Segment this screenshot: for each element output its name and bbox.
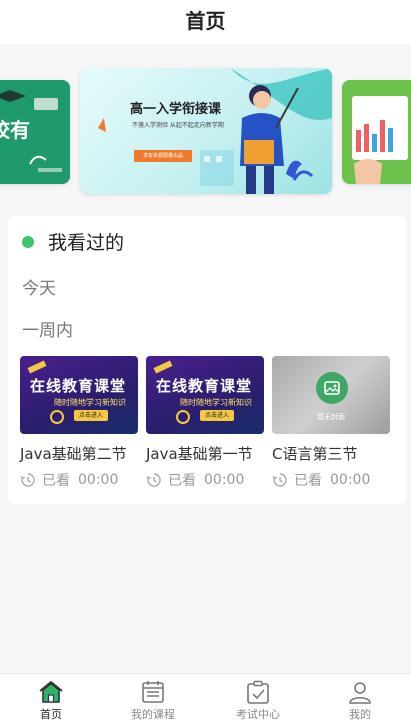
video-thumbnail[interactable]: 暂无封面 (272, 356, 390, 434)
tab-label: 我的课程 (131, 708, 175, 721)
tab-my-courses[interactable]: 我的课程 (102, 674, 204, 725)
thumbnail-subtitle: 随时随地学习新知识 (54, 398, 126, 407)
watched-label: 已看 (168, 473, 196, 489)
banner-main-subtitle: 不落入学测验 从起不起走向新学期 (132, 122, 224, 129)
magnifier-icon (176, 410, 190, 424)
tab-label: 我的 (349, 708, 371, 721)
video-title[interactable]: Java基础第二节 (20, 443, 140, 464)
banner-left-text: 校有 (0, 118, 30, 142)
tab-label: 考试中心 (236, 708, 280, 721)
bottom-tab-bar: 首页 我的课程 考试中心 我的 (0, 673, 411, 725)
video-meta: 已看 00:00 (146, 470, 266, 490)
video-item[interactable]: 在线教育课堂 随时随地学习新知识 点击进入 Java基础第一节 已看 00:00 (146, 356, 266, 490)
watched-time: 00:00 (330, 472, 371, 488)
watched-time: 00:00 (78, 472, 119, 488)
tab-label: 首页 (40, 708, 62, 721)
video-meta: 已看 00:00 (272, 470, 392, 490)
tab-home[interactable]: 首页 (0, 674, 102, 725)
decoration-pen-icon (27, 360, 47, 374)
clock-icon (20, 473, 35, 487)
thumbnail-placeholder-label: 暂无封面 (317, 413, 345, 421)
video-title[interactable]: C语言第三节 (272, 443, 392, 464)
banner-card-left[interactable]: 校有 (0, 80, 70, 184)
video-title[interactable]: Java基础第一节 (146, 443, 266, 464)
home-icon (39, 681, 63, 703)
thumbnail-subtitle: 随时随地学习新知识 (180, 398, 252, 407)
watched-time: 00:00 (204, 472, 245, 488)
page-title: 首页 (185, 9, 226, 33)
video-meta: 已看 00:00 (20, 470, 140, 490)
video-item[interactable]: 暂无封面 C语言第三节 已看 00:00 (272, 356, 392, 490)
thumbnail-button: 点击进入 (74, 410, 108, 421)
banner-main-title: 高一入学衔接课 (130, 102, 222, 117)
banner-carousel[interactable]: 校有 高一入学衔接课 不落入学测验 从起不起走向新学期 享有资源限量出品 (0, 60, 411, 205)
section-dot-icon (22, 236, 34, 248)
thumbnail-title: 在线教育课堂 (156, 377, 253, 395)
section-title: 我看过的 (22, 228, 124, 258)
banner-card-right[interactable] (342, 80, 411, 184)
watched-label: 已看 (42, 473, 70, 489)
calendar-icon (142, 681, 164, 703)
person-icon (349, 682, 371, 704)
tab-profile[interactable]: 我的 (309, 674, 411, 725)
group-week[interactable]: 一周内 (22, 316, 73, 341)
thumbnail-title: 在线教育课堂 (30, 377, 127, 395)
clock-icon (272, 473, 287, 487)
banner-main-button[interactable]: 享有资源限量出品 (134, 150, 192, 162)
image-placeholder-icon (316, 372, 348, 404)
video-thumbnail[interactable]: 在线教育课堂 随时随地学习新知识 点击进入 (20, 356, 138, 434)
clipboard-check-icon (247, 680, 269, 704)
page-header: 首页 (0, 0, 411, 44)
magnifier-icon (50, 410, 64, 424)
watched-label: 已看 (294, 473, 322, 489)
decoration-pen-icon (153, 360, 173, 374)
clock-icon (146, 473, 161, 487)
section-title-text: 我看过的 (48, 232, 125, 254)
tab-exam-center[interactable]: 考试中心 (207, 674, 309, 725)
thumbnail-button: 点击进入 (200, 410, 234, 421)
group-today[interactable]: 今天 (22, 274, 56, 299)
video-thumbnail[interactable]: 在线教育课堂 随时随地学习新知识 点击进入 (146, 356, 264, 434)
banner-card-main[interactable]: 高一入学衔接课 不落入学测验 从起不起走向新学期 享有资源限量出品 (80, 68, 332, 194)
video-item[interactable]: 在线教育课堂 随时随地学习新知识 点击进入 Java基础第二节 已看 00:00 (20, 356, 140, 490)
watch-history-card: 我看过的 今天 一周内 在线教育课堂 随时随地学习新知识 点击进入 Java基础… (8, 216, 406, 504)
